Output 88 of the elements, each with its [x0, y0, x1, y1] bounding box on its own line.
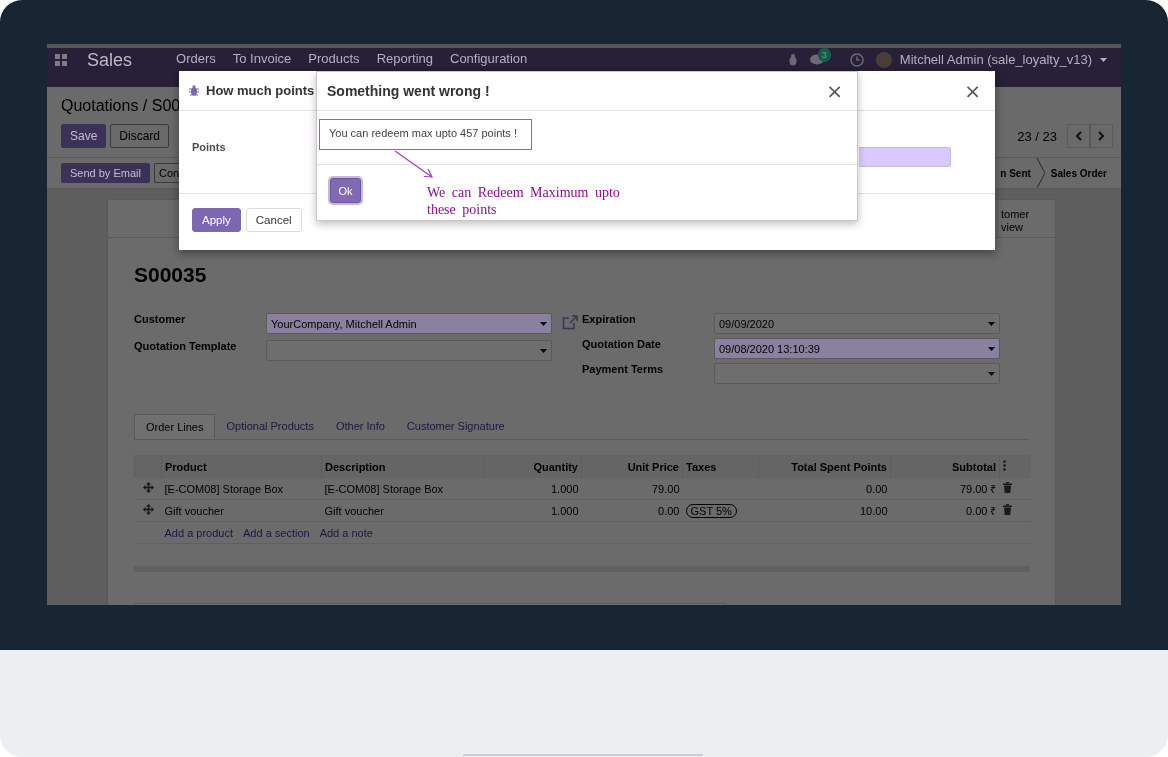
table-cell: 0.00 ₹ [890, 499, 1000, 522]
field-label: Payment Terms [582, 363, 665, 375]
tab[interactable]: Order Lines [134, 414, 216, 439]
caret-icon [540, 321, 547, 326]
chevron-separator-icon [1036, 158, 1045, 188]
table-cell: Gift voucher [161, 499, 322, 522]
points-field[interactable] [859, 147, 951, 167]
tab[interactable]: Other Info [324, 414, 396, 439]
preview-button[interactable]: tomer view [997, 200, 1055, 237]
field-label: Expiration [582, 313, 637, 325]
chevron-left-icon [1075, 131, 1082, 141]
menu-item[interactable]: Orders [176, 52, 216, 66]
field-label: Points [192, 141, 226, 153]
column-header[interactable]: Subtotal [890, 455, 1000, 478]
form-button[interactable]: Save [61, 124, 107, 148]
caret-icon [988, 321, 995, 326]
field-label: Customer [134, 313, 187, 325]
avatar [875, 52, 892, 68]
trash-icon[interactable] [1002, 504, 1012, 515]
tab[interactable]: Optional Products [215, 414, 325, 439]
kebab-icon[interactable] [1003, 460, 1006, 471]
user-menu[interactable]: Mitchell Admin (sale_loyalty_v13) [875, 52, 1107, 68]
table-cell: 79.00 ₹ [890, 478, 1000, 500]
clock-icon[interactable] [849, 53, 864, 67]
annotation-note: We can Redeem Maximum upto these points [427, 184, 621, 218]
dropdown-field[interactable] [714, 363, 1000, 384]
status-stage[interactable]: Sales Order [1050, 167, 1107, 179]
chevron-right-icon [1098, 131, 1105, 141]
bug-icon [189, 85, 199, 96]
annotation-arrow [394, 150, 433, 178]
ok-button[interactable]: Ok [330, 178, 361, 203]
app-name: Sales [87, 52, 133, 68]
table-cell: [E-COM08] Storage Box [161, 478, 322, 500]
next-button[interactable] [1090, 124, 1113, 148]
breadcrumb[interactable]: Quotations / S00 [61, 96, 181, 116]
caret-icon [540, 348, 547, 353]
dialog-title: How much points [206, 83, 315, 98]
table-cell: 1.000 [484, 499, 582, 522]
column-header[interactable]: Description [321, 455, 485, 478]
action-button[interactable]: Send by Email [61, 163, 150, 183]
dialog-button[interactable]: Cancel [245, 208, 302, 232]
move-icon[interactable] [142, 482, 154, 493]
column-header[interactable]: Total Spent Points [758, 455, 891, 478]
column-header[interactable]: Taxes [682, 455, 759, 478]
add-link[interactable]: Add a section [243, 526, 310, 539]
error-message: You can redeem max upto 457 points ! [319, 119, 532, 150]
dialog-button[interactable]: Apply [192, 208, 241, 232]
menu-item[interactable]: Products [308, 52, 360, 66]
close-button[interactable]: × [822, 79, 847, 103]
status-stage[interactable]: n Sent [1000, 167, 1031, 179]
table-cell: [E-COM08] Storage Box [321, 478, 485, 500]
field-label: Quotation Template [134, 340, 238, 352]
add-link[interactable]: Add a note [319, 526, 373, 539]
caret-icon [988, 371, 995, 376]
close-button[interactable]: × [960, 78, 985, 103]
column-header[interactable]: Product [161, 455, 322, 478]
trash-icon[interactable] [1002, 482, 1012, 493]
dropdown-field[interactable] [266, 340, 552, 361]
table-cell: 0.00 [758, 478, 891, 500]
column-header[interactable]: Quantity [484, 455, 582, 478]
action-button[interactable]: Con [153, 163, 180, 183]
table-cell: Gift voucher [321, 499, 485, 522]
grid-icon[interactable] [55, 54, 67, 66]
column-header[interactable]: Unit Price [581, 455, 683, 478]
bug-icon[interactable] [787, 54, 798, 66]
move-icon[interactable] [142, 504, 154, 515]
menu-item[interactable]: To Invoice [232, 52, 292, 66]
record-name: S00035 [134, 263, 208, 287]
form-button[interactable]: Discard [110, 124, 170, 148]
table-cell: 10.00 [758, 499, 891, 522]
tab[interactable]: Customer Signature [395, 414, 516, 439]
dropdown-field[interactable]: YourCompany, Mitchell Admin [266, 313, 552, 334]
message-count: 3 [817, 48, 831, 62]
dropdown-field[interactable]: 09/09/2020 [714, 313, 1000, 334]
field-label: Quotation Date [582, 338, 662, 350]
table-cell: 79.00 [581, 478, 683, 500]
pager-counter: 23 / 23 [1017, 128, 1057, 144]
add-link[interactable]: Add a product [164, 526, 233, 539]
menu-item[interactable]: Reporting [376, 52, 433, 66]
menu-item[interactable]: Configuration [450, 52, 528, 66]
table-cell: 0.00 [581, 499, 683, 522]
previous-button[interactable] [1067, 124, 1090, 148]
dialog-title: Something went wrong ! [327, 83, 490, 99]
external-link-icon[interactable] [562, 315, 578, 330]
caret-icon [988, 346, 995, 351]
dropdown-field[interactable]: 09/08/2020 13:10:39 [714, 338, 1000, 359]
caret-icon [1100, 58, 1107, 62]
table-cell: 1.000 [484, 478, 582, 500]
